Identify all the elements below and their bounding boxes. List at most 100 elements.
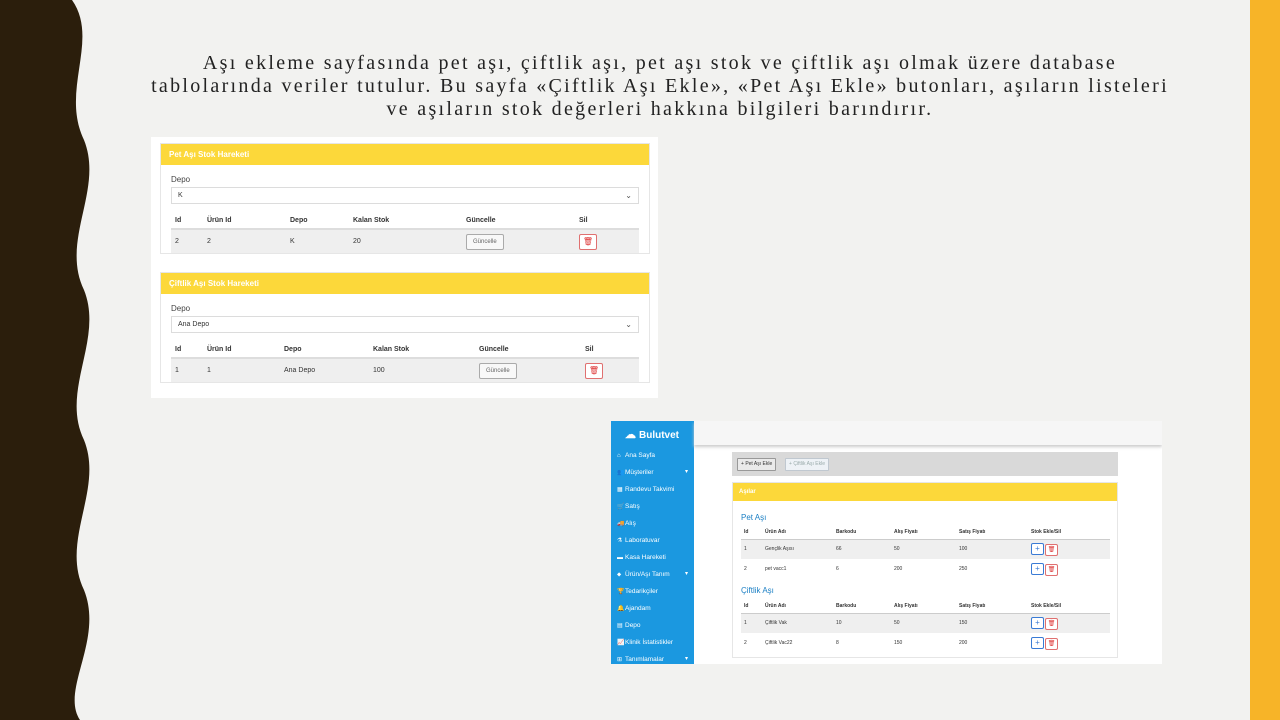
- delete-button[interactable]: 🗑: [1045, 617, 1058, 630]
- sidebar-item-label: Kasa Hareketi: [625, 554, 666, 561]
- caret-down-icon: ▾: [684, 656, 688, 662]
- column-header: Id: [741, 599, 762, 614]
- slide-caption: Aşı ekleme sayfasında pet aşı, çiftlik a…: [151, 52, 1169, 120]
- update-button[interactable]: Güncelle: [479, 362, 517, 379]
- brand-logo[interactable]: ☁ Bulutvet: [611, 421, 694, 447]
- column-header: Kalan Stok: [349, 212, 462, 230]
- cell-barcode: 66: [833, 539, 891, 559]
- column-header: Sil: [575, 212, 639, 230]
- home-icon: ⌂: [617, 453, 621, 459]
- delete-button[interactable]: 🗑: [1045, 563, 1058, 576]
- sidebar-item[interactable]: 📈Klinik İstatistikler: [611, 634, 694, 651]
- pet-stock-table: Id Ürün Id Depo Kalan Stok Güncelle Sil …: [171, 212, 639, 253]
- sidebar-item[interactable]: 🛒Satış: [611, 498, 694, 515]
- cell-kalan-stok: 20: [349, 229, 462, 253]
- sidebar-item[interactable]: ⬥ Ürün/Aşı Tanım ▾: [611, 566, 694, 583]
- chart-icon: 📈: [617, 640, 625, 646]
- add-stock-button[interactable]: +: [1031, 542, 1044, 555]
- column-header: Depo: [286, 212, 349, 230]
- farm-vaccine-add-button[interactable]: + Çiftlik Aşı Ekle: [785, 458, 829, 471]
- sidebar-item[interactable]: ⌂ Ana Sayfa: [611, 447, 694, 464]
- caret-down-icon: ▾: [684, 469, 688, 475]
- column-header: Kalan Stok: [369, 341, 475, 359]
- cell-barcode: 10: [833, 613, 891, 633]
- column-header: Id: [171, 341, 203, 359]
- pet-section-title: Pet Aşı: [741, 513, 767, 522]
- card-title: Aşılar: [733, 483, 1117, 501]
- brand-name: Bulutvet: [639, 430, 679, 441]
- sidebar-item-label: Ürün/Aşı Tanım: [625, 571, 670, 578]
- plus-icon: +: [1035, 617, 1040, 627]
- cell-id: 2: [744, 566, 747, 572]
- update-button[interactable]: Güncelle: [466, 233, 504, 250]
- table-row: 2 pet vacc1 6 200 250 + 🗑: [741, 559, 1110, 579]
- sidebar-item-label: Müşteriler: [625, 469, 654, 476]
- column-header: Alış Fiyatı: [891, 599, 956, 614]
- sidebar-item-label: Ajandam: [625, 605, 651, 612]
- top-bar: [694, 421, 1162, 445]
- table-header-row: Id Ürün Adı Barkodu Alış Fiyatı Satış Fiyatı…: [741, 525, 1110, 540]
- trash-icon: 🗑: [1047, 620, 1056, 627]
- plus-icon: +: [1035, 543, 1040, 553]
- add-stock-button[interactable]: +: [1031, 616, 1044, 629]
- cell-buy: 150: [894, 640, 903, 646]
- column-header: Stok Ekle/Sil: [1028, 599, 1110, 614]
- delete-button[interactable]: 🗑: [1045, 637, 1058, 650]
- sidebar-item[interactable]: 🏆Tedarikçiler: [611, 583, 694, 600]
- sidebar-item[interactable]: ⊞ Tanımlamalar ▾: [611, 651, 694, 664]
- cell-name: Çiftlik Vak: [762, 613, 833, 633]
- depo-label: Depo: [171, 175, 191, 184]
- column-header: Barkodu: [833, 599, 891, 614]
- stock-screenshot: Pet Aşı Stok Hareketi Depo K ⌄ Id Ürün I…: [151, 137, 658, 398]
- cell-sell: 250: [959, 566, 968, 572]
- farm-add-label: Çiftlik Aşı Ekle: [793, 461, 825, 467]
- money-icon: ▬: [617, 555, 623, 561]
- cloud-icon: ☁: [625, 429, 636, 441]
- depo-select[interactable]: K ⌄: [171, 187, 639, 204]
- column-header: Ürün Id: [203, 341, 280, 359]
- sidebar-item[interactable]: ▦ Randevu Takvimi: [611, 481, 694, 498]
- sidebar-item[interactable]: ▬ Kasa Hareketi: [611, 549, 694, 566]
- sidebar-item[interactable]: 🔔Ajandam: [611, 600, 694, 617]
- calendar-icon: ▦: [617, 487, 623, 493]
- vaccines-card: Aşılar Pet Aşı Id Ürün Adı Barkodu Alış Fiy…: [732, 482, 1118, 658]
- trash-icon: 🗑: [1047, 546, 1056, 553]
- warehouse-icon: ▤: [617, 623, 623, 629]
- sidebar-item-label: Ana Sayfa: [625, 452, 655, 459]
- cell-name: Gençlik Aşısı: [762, 539, 833, 559]
- cell-depo: Ana Depo: [280, 358, 369, 382]
- delete-button[interactable]: 🗑: [579, 233, 597, 250]
- sidebar-item[interactable]: 🚚Alış: [611, 515, 694, 532]
- depo-select[interactable]: Ana Depo ⌄: [171, 316, 639, 333]
- cart-icon: 🛒: [617, 504, 625, 510]
- cell-barcode: 8: [836, 640, 839, 646]
- sidebar-item[interactable]: ▤ Depo: [611, 617, 694, 634]
- cell-name: pet vacc1: [765, 566, 787, 572]
- delete-button[interactable]: 🗑: [585, 362, 603, 379]
- plus-icon: +: [1035, 637, 1040, 647]
- cell-barcode: 6: [836, 566, 839, 572]
- farm-stock-table: Id Ürün Id Depo Kalan Stok Güncelle Sil …: [171, 341, 639, 382]
- cell-id: 1: [741, 539, 762, 559]
- table-row: 2 Çiftlik Vac22 8 150 200 + 🗑: [741, 633, 1110, 653]
- sidebar-item[interactable]: 👥Müşteriler ▾: [611, 464, 694, 481]
- trophy-icon: 🏆: [617, 589, 625, 595]
- column-header: Satış Fiyatı: [956, 599, 1028, 614]
- cell-name: Çiftlik Vac22: [765, 640, 793, 646]
- sidebar-item-label: Tedarikçiler: [625, 588, 658, 595]
- column-header: Satış Fiyatı: [956, 525, 1028, 540]
- plus-square-icon: ⊞: [617, 657, 623, 663]
- plus-icon: +: [1035, 563, 1040, 573]
- column-header: Sil: [581, 341, 639, 359]
- delete-button[interactable]: 🗑: [1045, 543, 1058, 556]
- tags-icon: ⬥: [617, 572, 622, 578]
- column-header: Alış Fiyatı: [891, 525, 956, 540]
- sidebar-nav: ⌂ Ana Sayfa 👥Müşteriler ▾ ▦ Randevu Takvimi 🛒S…: [611, 447, 694, 664]
- left-wave-decoration: [0, 0, 90, 720]
- cell-buy: 50: [891, 539, 956, 559]
- chevron-down-icon: ⌄: [625, 191, 632, 200]
- add-stock-button[interactable]: +: [1031, 562, 1044, 575]
- sidebar-item[interactable]: ⚗ Laboratuvar: [611, 532, 694, 549]
- add-stock-button[interactable]: +: [1031, 636, 1044, 649]
- pet-vaccine-add-button[interactable]: + Pet Aşı Ekle: [737, 458, 777, 471]
